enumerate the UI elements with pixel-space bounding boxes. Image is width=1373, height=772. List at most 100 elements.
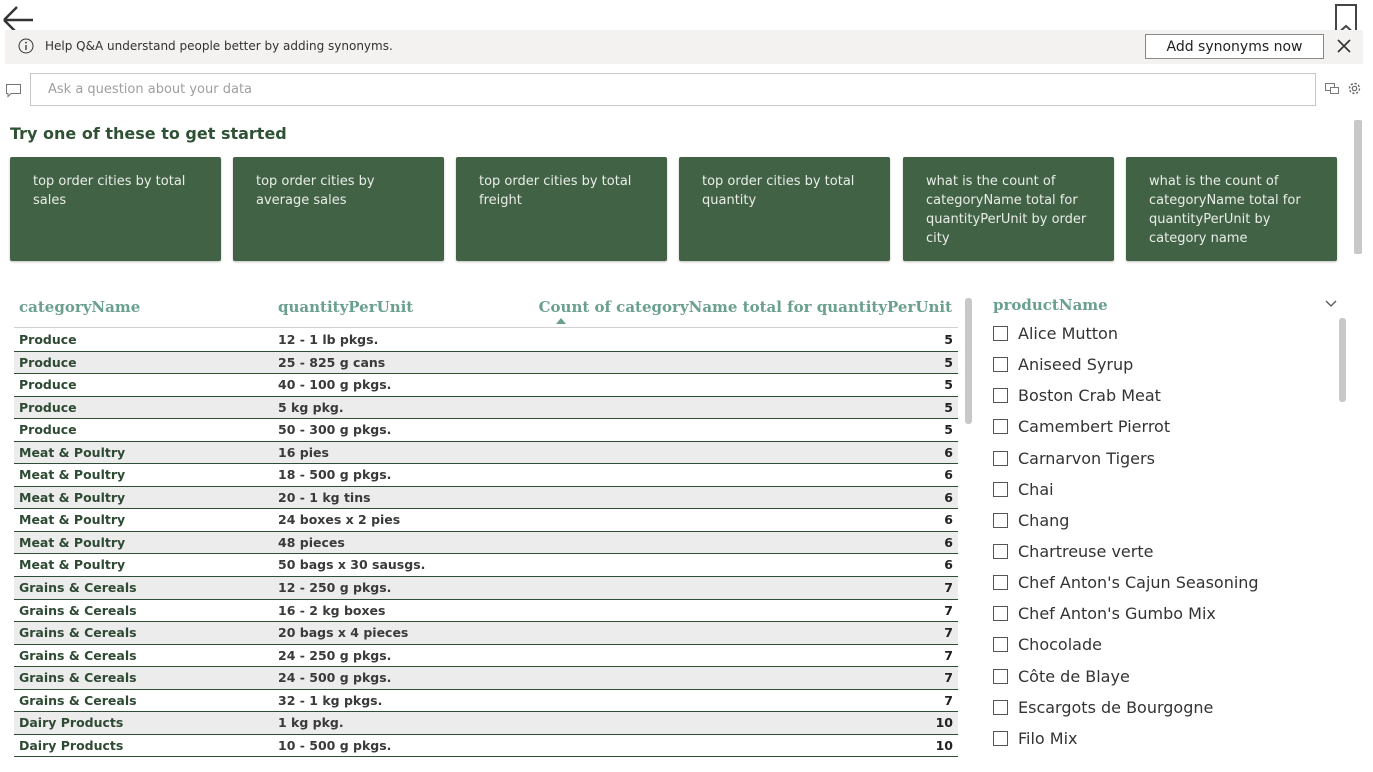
cell-count: 10 xyxy=(935,737,953,753)
suggestion-card[interactable]: top order cities by average sales xyxy=(233,157,444,261)
table-row[interactable]: Grains & Cereals 32 - 1 kg pkgs. 7 xyxy=(14,690,958,713)
slicer-item[interactable]: Escargots de Bourgogne xyxy=(993,698,1333,729)
table-header: categoryName quantityPerUnit Count of ca… xyxy=(14,292,958,328)
slicer-item-label: Escargots de Bourgogne xyxy=(1018,697,1214,717)
table-row[interactable]: Grains & Cereals 16 - 2 kg boxes 7 xyxy=(14,600,958,623)
column-header-categoryname[interactable]: categoryName xyxy=(19,298,140,316)
cell-count: 7 xyxy=(944,647,953,663)
slicer-item[interactable]: Chang xyxy=(993,511,1333,542)
slicer-item[interactable]: Côte de Blaye xyxy=(993,667,1333,698)
checkbox[interactable] xyxy=(993,326,1008,341)
table-row[interactable]: Produce 12 - 1 lb pkgs. 5 xyxy=(14,329,958,352)
checkbox[interactable] xyxy=(993,543,1008,559)
table-row[interactable]: Meat & Poultry 48 pieces 6 xyxy=(14,531,958,555)
table-row[interactable]: Meat & Poultry 20 - 1 kg tins 6 xyxy=(14,486,958,510)
table-row[interactable]: Produce 40 - 100 g pkgs. 5 xyxy=(14,374,958,397)
table-row[interactable]: Produce 50 - 300 g pkgs. 5 xyxy=(14,419,958,442)
table-row[interactable]: Grains & Cereals 20 bags x 4 pieces 7 xyxy=(14,622,958,645)
suggestion-card[interactable]: top order cities by total quantity xyxy=(679,157,890,261)
cell-categoryname: Meat & Poultry xyxy=(19,534,126,550)
cell-categoryname: Grains & Cereals xyxy=(19,670,137,686)
slicer-item[interactable]: Chef Anton's Gumbo Mix xyxy=(993,604,1333,635)
checkbox[interactable] xyxy=(993,481,1008,497)
table-row[interactable]: Meat & Poultry 16 pies 6 xyxy=(14,441,958,465)
suggestion-card[interactable]: what is the count of categoryName total … xyxy=(1126,157,1337,261)
banner-message: Help Q&A understand people better by add… xyxy=(45,39,393,53)
cell-quantityperunit: 16 - 2 kg boxes xyxy=(278,602,386,618)
cell-quantityperunit: 24 boxes x 2 pies xyxy=(278,512,401,528)
suggestion-card[interactable]: top order cities by total sales xyxy=(10,157,221,261)
table-row[interactable]: Produce 25 - 825 g cans 5 xyxy=(14,351,958,375)
cell-count: 6 xyxy=(944,467,953,483)
suggestion-card[interactable]: what is the count of categoryName total … xyxy=(903,157,1114,261)
cell-quantityperunit: 50 bags x 30 sausgs. xyxy=(278,557,426,573)
table-row[interactable]: Dairy Products 1 kg pkg. 10 xyxy=(14,712,958,735)
cell-count: 5 xyxy=(944,332,953,347)
table-row[interactable]: Meat & Poultry 18 - 500 g pkgs. 6 xyxy=(14,464,958,487)
cell-count: 7 xyxy=(944,670,953,686)
slicer-item[interactable]: Camembert Pierrot xyxy=(993,417,1333,448)
slicer-list: Alice Mutton Aniseed Syrup Boston Crab Mea… xyxy=(993,324,1333,768)
slicer-item[interactable]: Aniseed Syrup xyxy=(993,355,1333,386)
checkbox[interactable] xyxy=(993,699,1008,715)
checkbox[interactable] xyxy=(993,450,1008,466)
cell-quantityperunit: 32 - 1 kg pkgs. xyxy=(278,692,383,708)
cell-count: 5 xyxy=(944,377,953,393)
column-header-quantityperunit[interactable]: quantityPerUnit xyxy=(278,298,413,316)
close-icon[interactable] xyxy=(1336,38,1352,54)
checkbox[interactable] xyxy=(993,388,1008,404)
checkbox[interactable] xyxy=(993,512,1008,528)
slicer-item[interactable]: Chocolade xyxy=(993,635,1333,666)
cell-count: 7 xyxy=(944,692,953,708)
slicer-item[interactable]: Chai xyxy=(993,480,1333,511)
table-row[interactable]: Dairy Products 10 - 500 g pkgs. 10 xyxy=(14,735,958,758)
cell-categoryname: Grains & Cereals xyxy=(19,692,137,708)
checkbox[interactable] xyxy=(993,668,1008,684)
search-input[interactable] xyxy=(30,73,1316,106)
cell-categoryname: Meat & Poultry xyxy=(19,512,126,528)
slicer-item-label: Côte de Blaye xyxy=(1018,666,1130,686)
checkbox[interactable] xyxy=(993,730,1008,746)
checkbox[interactable] xyxy=(993,637,1008,653)
slicer-item-label: Chocolade xyxy=(1018,635,1102,655)
column-header-count[interactable]: Count of categoryName total for quantity… xyxy=(539,298,952,316)
cell-count: 6 xyxy=(944,489,953,505)
slicer-item-label: Aniseed Syrup xyxy=(1018,355,1134,375)
table-row[interactable]: Grains & Cereals 24 - 250 g pkgs. 7 xyxy=(14,645,958,668)
cell-quantityperunit: 25 - 825 g cans xyxy=(278,354,386,370)
table-scrollbar[interactable] xyxy=(965,298,972,424)
table-row[interactable]: Grains & Cereals 12 - 250 g pkgs. 7 xyxy=(14,577,958,600)
cell-categoryname: Produce xyxy=(19,354,77,370)
slicer-item[interactable]: Chef Anton's Cajun Seasoning xyxy=(993,573,1333,604)
checkbox[interactable] xyxy=(993,419,1008,435)
table-row[interactable]: Meat & Poultry 24 boxes x 2 pies 6 xyxy=(14,509,958,532)
cell-categoryname: Dairy Products xyxy=(19,737,124,753)
slicer-scrollbar[interactable] xyxy=(1339,318,1346,402)
suggestions-heading: Try one of these to get started xyxy=(10,124,287,143)
cell-categoryname: Meat & Poultry xyxy=(19,444,126,460)
suggestion-card[interactable]: top order cities by total freight xyxy=(456,157,667,261)
page-scrollbar[interactable] xyxy=(1354,120,1362,254)
slicer-item[interactable]: Boston Crab Meat xyxy=(993,386,1333,417)
convert-visual-icon[interactable] xyxy=(1324,80,1340,96)
slicer-item-label: Camembert Pierrot xyxy=(1018,417,1171,437)
slicer-item[interactable]: Chartreuse verte xyxy=(993,542,1333,573)
checkbox[interactable] xyxy=(993,606,1008,622)
slicer-item-label: Chef Anton's Gumbo Mix xyxy=(1018,604,1216,624)
cell-count: 5 xyxy=(944,354,953,370)
table-row[interactable]: Meat & Poultry 50 bags x 30 sausgs. 6 xyxy=(14,554,958,578)
slicer-item[interactable]: Carnarvon Tigers xyxy=(993,449,1333,480)
chevron-down-icon[interactable] xyxy=(1324,298,1338,310)
slicer-item[interactable]: Filo Mix xyxy=(993,729,1333,760)
result-table: categoryName quantityPerUnit Count of ca… xyxy=(14,292,958,768)
checkbox[interactable] xyxy=(993,357,1008,373)
cell-quantityperunit: 10 - 500 g pkgs. xyxy=(278,737,392,753)
gear-icon[interactable] xyxy=(1346,80,1363,97)
checkbox[interactable] xyxy=(993,575,1008,591)
table-row[interactable]: Produce 5 kg pkg. 5 xyxy=(14,396,958,420)
table-row[interactable]: Grains & Cereals 24 - 500 g pkgs. 7 xyxy=(14,667,958,690)
add-synonyms-button[interactable]: Add synonyms now xyxy=(1145,34,1324,59)
cell-quantityperunit: 40 - 100 g pkgs. xyxy=(278,377,392,393)
slicer-item[interactable]: Alice Mutton xyxy=(993,324,1333,355)
qna-chat-icon xyxy=(6,84,21,98)
